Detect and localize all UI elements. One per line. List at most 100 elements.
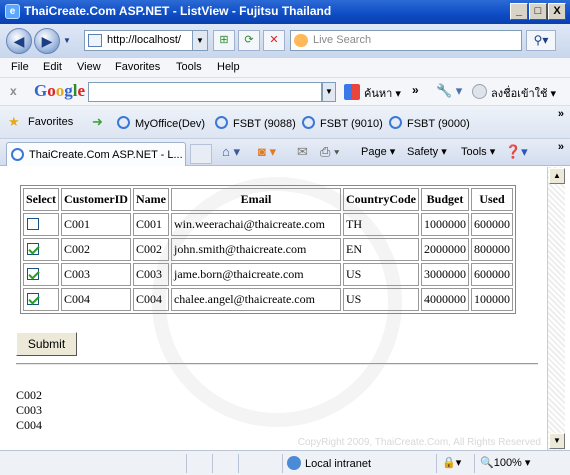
- menu-edit[interactable]: Edit: [43, 61, 62, 73]
- menu-tools[interactable]: Tools: [176, 61, 202, 73]
- status-divider: [186, 454, 187, 473]
- search-button[interactable]: ⚲▾: [526, 30, 556, 51]
- table-row: C003 C003 jame.born@thaicreate.com US 300000…: [23, 263, 513, 286]
- print-icon[interactable]: ⎙ ▾: [320, 144, 339, 160]
- tab-label[interactable]: ThaiCreate.Com ASP.NET - L...: [29, 149, 183, 161]
- close-toolbar-icon[interactable]: x: [10, 84, 17, 98]
- more-chevron-icon[interactable]: »: [412, 83, 419, 97]
- google-toolbar: x Google ▼ ค้นหา ▾ » 🔧 ▾ ลงชื่อเข้าใช้ ▾: [0, 78, 570, 106]
- header-country-code: CountryCode: [342, 188, 419, 211]
- favorite-item-label[interactable]: FSBT (9000): [407, 118, 470, 130]
- row-select-checkbox[interactable]: [27, 243, 39, 255]
- cell-used: 600000: [471, 263, 513, 286]
- zoom-level[interactable]: 100%: [494, 457, 522, 469]
- row-select-checkbox[interactable]: [27, 218, 39, 230]
- status-bar: Local intranet 🔒▾ 🔍100% ▾: [0, 450, 570, 475]
- favorite-item-label[interactable]: FSBT (9088): [233, 118, 296, 130]
- window-title: ThaiCreate.Com ASP.NET - ListView - Fuji…: [24, 4, 332, 18]
- live-search-box[interactable]: Live Search: [290, 30, 522, 51]
- status-divider: [238, 454, 239, 473]
- url-text[interactable]: http://localhost/: [107, 34, 187, 46]
- safety-menu-label[interactable]: Safety: [407, 146, 438, 158]
- menu-file[interactable]: File: [11, 61, 29, 73]
- cell-budget: 1000000: [421, 213, 469, 236]
- ie-app-icon: e: [5, 4, 20, 19]
- google-logo: Google: [34, 81, 86, 100]
- page-menu-label[interactable]: Page: [361, 146, 387, 158]
- favorite-item[interactable]: MyOffice(Dev): [117, 116, 205, 130]
- google-signin-button[interactable]: ลงชื่อเข้าใช้ ▾: [491, 84, 556, 102]
- favorite-item[interactable]: FSBT (9088): [215, 116, 296, 130]
- address-field[interactable]: http://localhost/ ▼: [84, 30, 208, 51]
- zoom-control[interactable]: 🔍100% ▾: [480, 456, 530, 469]
- header-budget: Budget: [421, 188, 469, 211]
- favorite-item-label[interactable]: MyOffice(Dev): [135, 118, 205, 130]
- header-email: Email: [170, 188, 341, 211]
- compatibility-icon[interactable]: ⊞: [213, 30, 235, 51]
- signin-icon: [472, 84, 487, 99]
- favorites-button[interactable]: Favorites: [28, 116, 73, 128]
- favorite-item[interactable]: FSBT (9010): [302, 116, 383, 130]
- cell-used: 600000: [471, 213, 513, 236]
- divider: [16, 363, 538, 365]
- new-tab-button[interactable]: [190, 144, 212, 164]
- favorite-item[interactable]: FSBT (9000): [389, 116, 470, 130]
- security-zone[interactable]: Local intranet: [287, 456, 371, 470]
- google-search-button[interactable]: ค้นหา ▾: [364, 84, 401, 102]
- cell-country-code: US: [342, 263, 419, 286]
- forward-button[interactable]: ▶: [34, 28, 60, 54]
- table-header-row: Select CustomerID Name Email CountryCode…: [23, 188, 513, 211]
- cell-name: C003: [132, 263, 169, 286]
- minimize-button[interactable]: _: [510, 3, 528, 20]
- mail-icon[interactable]: ✉: [297, 144, 308, 160]
- home-icon[interactable]: ⌂ ▾: [222, 144, 240, 160]
- scroll-down-icon[interactable]: ▼: [549, 433, 565, 449]
- row-select-checkbox[interactable]: [27, 293, 39, 305]
- customer-table: Select CustomerID Name Email CountryCode…: [20, 185, 516, 314]
- favorites-bar: ★ Favorites ➜ MyOffice(Dev) FSBT (9088) …: [0, 106, 570, 139]
- row-select-checkbox[interactable]: [27, 268, 39, 280]
- help-icon[interactable]: ❓▾: [505, 144, 528, 160]
- favorites-chevron-icon[interactable]: »: [558, 108, 564, 120]
- vertical-scrollbar[interactable]: ▲ ▼: [547, 167, 565, 450]
- history-dropdown-icon[interactable]: ▼: [63, 36, 71, 45]
- refresh-icon[interactable]: ⟳: [238, 30, 260, 51]
- google-dropdown-icon[interactable]: ▼: [322, 82, 336, 102]
- cell-name: C002: [132, 238, 169, 261]
- back-button[interactable]: ◀: [6, 28, 32, 54]
- google-search-input[interactable]: [88, 82, 322, 102]
- page-icon: [88, 34, 102, 47]
- table-row: C001 C001 win.weerachai@thaicreate.com TH 10…: [23, 213, 513, 236]
- signin-label[interactable]: ลงชื่อเข้าใช้: [491, 88, 547, 100]
- feeds-icon[interactable]: ◙ ▾: [258, 144, 276, 160]
- cell-select: [23, 288, 59, 311]
- cell-email: win.weerachai@thaicreate.com: [170, 213, 341, 236]
- menu-help[interactable]: Help: [217, 61, 240, 73]
- globe-icon: [287, 456, 301, 470]
- submit-button[interactable]: Submit: [16, 332, 77, 356]
- cell-budget: 3000000: [421, 263, 469, 286]
- cell-country-code: TH: [342, 213, 419, 236]
- tools-menu[interactable]: Tools ▾: [461, 145, 495, 158]
- google-search-label[interactable]: ค้นหา: [364, 88, 392, 100]
- search-placeholder[interactable]: Live Search: [313, 34, 371, 46]
- menu-favorites[interactable]: Favorites: [115, 61, 160, 73]
- protected-mode-icon[interactable]: 🔒▾: [442, 456, 461, 469]
- maximize-button[interactable]: □: [529, 3, 547, 20]
- favorites-star-icon[interactable]: ★: [8, 114, 20, 130]
- menu-view[interactable]: View: [77, 61, 101, 73]
- command-chevron-icon[interactable]: »: [558, 141, 564, 153]
- stop-icon[interactable]: ✕: [263, 30, 285, 51]
- ie-icon: [11, 148, 24, 161]
- cell-budget: 2000000: [421, 238, 469, 261]
- wrench-icon[interactable]: 🔧 ▾: [436, 83, 462, 99]
- address-dropdown-icon[interactable]: ▼: [192, 31, 207, 50]
- page-menu[interactable]: Page ▾: [361, 145, 395, 158]
- close-button[interactable]: X: [548, 3, 566, 20]
- favorite-item-label[interactable]: FSBT (9010): [320, 118, 383, 130]
- safety-menu[interactable]: Safety ▾: [407, 145, 447, 158]
- add-favorite-icon[interactable]: ➜: [92, 114, 103, 130]
- scroll-up-icon[interactable]: ▲: [549, 168, 565, 184]
- tools-menu-label[interactable]: Tools: [461, 146, 487, 158]
- tab-active[interactable]: ThaiCreate.Com ASP.NET - L...: [6, 142, 186, 166]
